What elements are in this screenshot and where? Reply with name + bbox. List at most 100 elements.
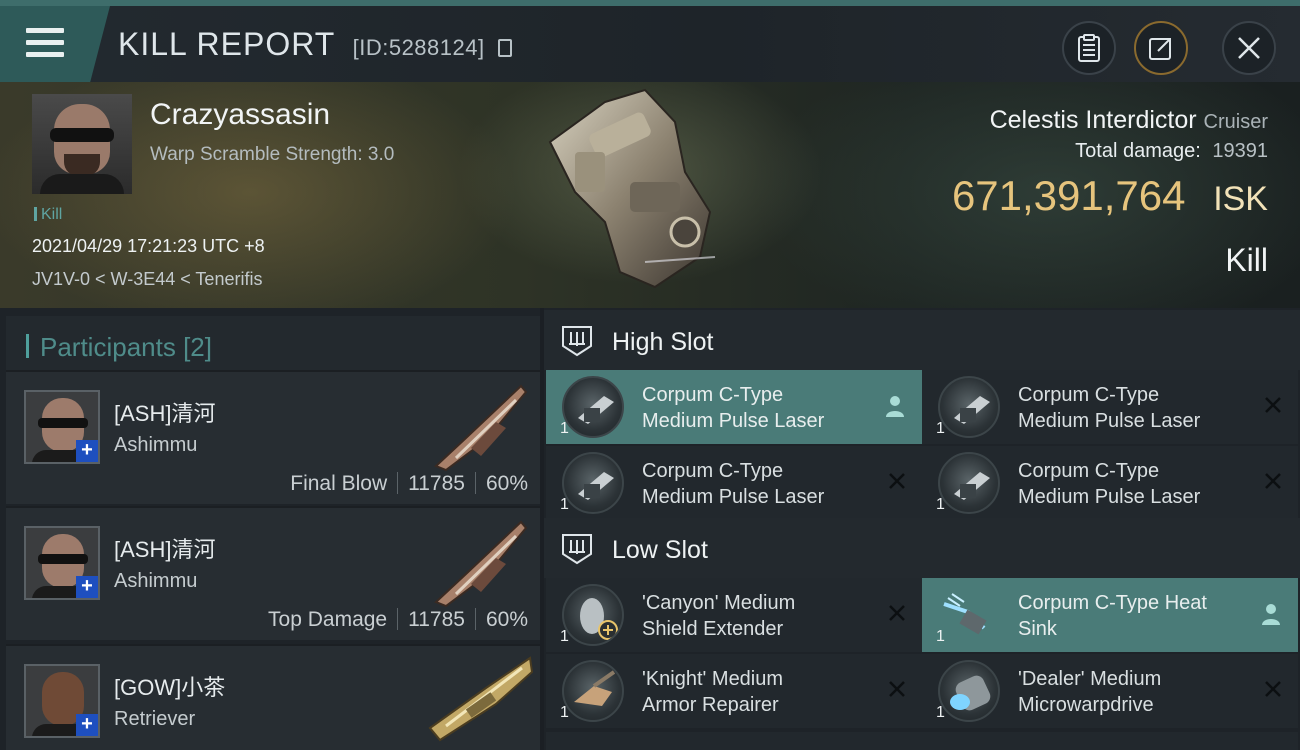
page-title-text: KILL REPORT	[118, 26, 335, 62]
module-name-line1: Corpum C-Type Heat	[1018, 592, 1207, 614]
participant-portrait[interactable]: +	[24, 390, 100, 464]
share-button[interactable]	[1134, 21, 1188, 75]
participant-stats: Final Blow 11785 60%	[290, 472, 528, 496]
close-icon	[1238, 37, 1260, 59]
module-item[interactable]: 1 'Canyon' Medium Shield Extender	[546, 578, 922, 652]
victim-ship-image[interactable]	[535, 82, 745, 302]
module-name-line2: Sink	[1018, 618, 1057, 640]
ship-name-line: Celestis Interdictor Cruiser	[990, 106, 1268, 135]
isk-unit: ISK	[1213, 180, 1268, 218]
total-damage-line: Total damage: 19391	[1075, 140, 1268, 163]
module-item[interactable]: 1 Corpum C-Type Medium Pulse Laser	[922, 446, 1298, 520]
module-quantity: 1	[560, 496, 569, 513]
module-name: 'Knight' Medium Armor Repairer	[642, 666, 862, 718]
participant-ship: Retriever	[114, 708, 196, 730]
participant-row[interactable]: + [GOW]小茶 Retriever	[6, 644, 540, 750]
module-item[interactable]: 1 'Dealer' Medium Microwarpdrive	[922, 654, 1298, 728]
participants-label: Participants [2]	[40, 332, 212, 362]
module-name-line1: 'Canyon' Medium	[642, 592, 796, 614]
kill-datetime: 2021/04/29 17:21:23 UTC +8	[32, 236, 265, 256]
low-slot-label: Low Slot	[612, 536, 708, 564]
total-damage-value: 19391	[1212, 140, 1268, 162]
pulse-laser-icon	[562, 376, 624, 438]
high-slot-header: High Slot	[544, 310, 1300, 370]
low-slot-icon	[562, 534, 592, 565]
pulse-laser-icon	[938, 376, 1000, 438]
module-quantity: 1	[936, 420, 945, 437]
participant-ship-image	[434, 520, 528, 608]
destroyed-x-icon	[889, 681, 905, 697]
participant-stats: Top Damage 11785 60%	[268, 608, 528, 632]
add-contact-icon[interactable]: +	[76, 576, 98, 598]
add-contact-icon[interactable]: +	[76, 440, 98, 462]
page-title: KILL REPORT [ID:5288124]	[118, 26, 513, 63]
module-item[interactable]: 1 Corpum C-Type Heat Sink	[922, 578, 1298, 652]
close-button[interactable]	[1222, 21, 1276, 75]
participant-ship: Ashimmu	[114, 434, 198, 456]
add-contact-icon[interactable]: +	[76, 714, 98, 736]
module-name-line2: Medium Pulse Laser	[1018, 486, 1201, 508]
module-name: Corpum C-Type Medium Pulse Laser	[1018, 382, 1238, 434]
pulse-laser-icon	[562, 452, 624, 514]
module-quantity: 1	[936, 628, 945, 645]
hamburger-menu-icon	[26, 28, 64, 58]
ship-name[interactable]: Celestis Interdictor	[990, 106, 1197, 134]
high-slot-label: High Slot	[612, 328, 714, 356]
participants-panel: Participants [2] + [ASH]清河 Ashimmu Final…	[0, 308, 540, 750]
module-quantity: 1	[560, 628, 569, 645]
participant-damage: 11785	[408, 472, 465, 495]
victim-subtitle: Warp Scramble Strength: 3.0	[150, 144, 395, 165]
participant-name: [ASH]清河	[114, 537, 216, 562]
module-quantity: 1	[936, 704, 945, 721]
module-name-line2: Microwarpdrive	[1018, 694, 1154, 716]
module-item[interactable]: 1 'Knight' Medium Armor Repairer	[546, 654, 922, 728]
header-bar: KILL REPORT [ID:5288124]	[0, 0, 1300, 82]
module-name-line2: Shield Extender	[642, 618, 784, 640]
module-name-line1: Corpum C-Type	[642, 384, 784, 406]
module-name-line2: Medium Pulse Laser	[642, 410, 825, 432]
module-item[interactable]	[922, 732, 1298, 750]
participant-portrait[interactable]: +	[24, 526, 100, 600]
module-name-line1: Corpum C-Type	[642, 460, 784, 482]
fittings-panel: High Slot 1 Corpum C-Type Medium Pulse L…	[544, 308, 1300, 750]
victim-name[interactable]: Crazyassasin	[150, 98, 330, 132]
isk-value-line: 671,391,764 ISK	[952, 172, 1268, 220]
participant-row[interactable]: + [ASH]清河 Ashimmu Final Blow 11785 60%	[6, 370, 540, 504]
ship-class: Cruiser	[1203, 111, 1268, 133]
module-item[interactable]	[546, 732, 922, 750]
total-damage-label: Total damage:	[1075, 140, 1201, 162]
heat-sink-icon	[938, 584, 1000, 646]
destroyed-x-icon	[1265, 473, 1281, 489]
module-name-line1: 'Dealer' Medium	[1018, 668, 1162, 690]
copy-icon[interactable]	[498, 39, 513, 57]
participants-header: Participants [2]	[6, 316, 540, 372]
result-label: Kill	[1225, 242, 1268, 278]
module-name: Corpum C-Type Heat Sink	[1018, 590, 1238, 642]
module-name: Corpum C-Type Medium Pulse Laser	[642, 382, 862, 434]
low-slot-header: Low Slot	[544, 518, 1300, 578]
menu-button[interactable]	[0, 6, 110, 82]
module-name-line2: Medium Pulse Laser	[1018, 410, 1201, 432]
clipboard-button[interactable]	[1062, 21, 1116, 75]
module-item[interactable]: 1 Corpum C-Type Medium Pulse Laser	[546, 370, 922, 444]
destroyed-x-icon	[1265, 397, 1281, 413]
participant-name: [GOW]小茶	[114, 675, 226, 700]
participant-role: Final Blow	[290, 472, 388, 495]
destroyed-x-icon	[1265, 681, 1281, 697]
module-name: Corpum C-Type Medium Pulse Laser	[642, 458, 862, 510]
shield-extender-icon	[562, 584, 624, 646]
participant-portrait[interactable]: +	[24, 664, 100, 738]
participant-row[interactable]: + [ASH]清河 Ashimmu Top Damage 11785 60%	[6, 506, 540, 640]
isk-value: 671,391,764	[951, 172, 1186, 219]
armor-repairer-icon	[562, 660, 624, 722]
kill-location: JV1V-0 < W-3E44 < Tenerifis	[32, 269, 263, 289]
victim-portrait[interactable]	[32, 94, 132, 194]
high-slot-icon	[562, 326, 592, 357]
participant-percent: 60%	[485, 472, 528, 495]
dropped-person-icon	[886, 396, 904, 417]
module-item[interactable]: 1 Corpum C-Type Medium Pulse Laser	[546, 446, 922, 520]
report-id: [ID:5288124]	[352, 35, 485, 60]
module-item[interactable]: 1 Corpum C-Type Medium Pulse Laser	[922, 370, 1298, 444]
module-name: Corpum C-Type Medium Pulse Laser	[1018, 458, 1238, 510]
module-name-line1: 'Knight' Medium	[642, 668, 784, 690]
